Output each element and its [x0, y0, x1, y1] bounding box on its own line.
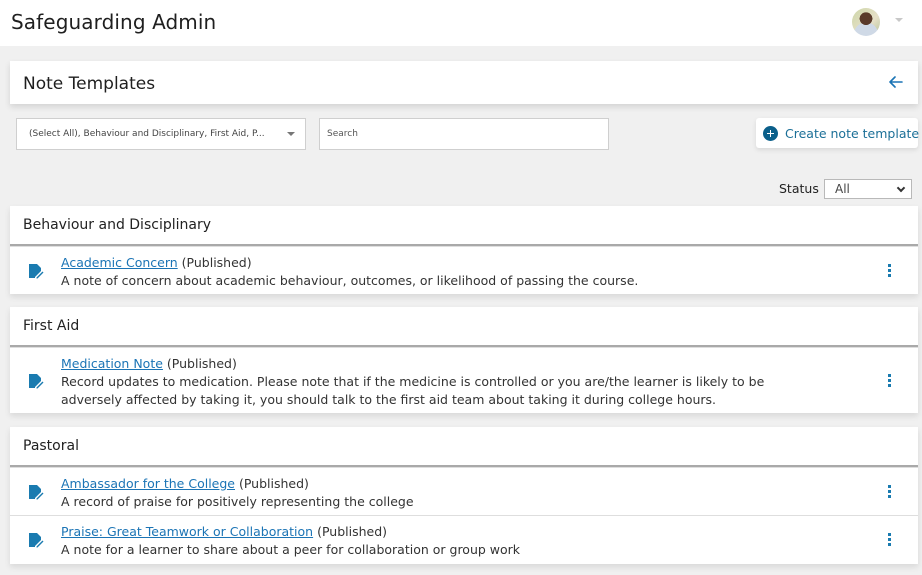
edit-note-icon	[29, 264, 44, 279]
template-link[interactable]: Academic Concern	[61, 255, 178, 270]
group-header: Pastoral	[10, 427, 918, 467]
category-filter-value: (Select All), Behaviour and Disciplinary…	[29, 129, 265, 139]
status-filter-select[interactable]: All	[824, 179, 912, 199]
template-item: Ambassador for the College (Published) A…	[10, 467, 918, 515]
more-options-icon[interactable]	[886, 374, 892, 390]
search-input[interactable]	[319, 118, 609, 150]
top-bar: Safeguarding Admin	[0, 0, 922, 46]
template-group: First Aid Medication Note (Published) Re…	[10, 307, 918, 413]
template-description: Record updates to medication. Please not…	[61, 374, 765, 407]
more-options-icon[interactable]	[886, 264, 892, 280]
caret-down-icon	[287, 132, 295, 136]
template-description: A record of praise for positively repres…	[61, 494, 414, 509]
template-status: (Published)	[181, 255, 252, 270]
status-filter-label: Status	[779, 181, 819, 196]
template-title-line: Praise: Great Teamwork or Collaboration …	[61, 523, 828, 541]
edit-note-icon	[29, 374, 44, 389]
template-description: A note for a learner to share about a pe…	[61, 542, 521, 557]
app-title: Safeguarding Admin	[11, 10, 217, 34]
template-group: Pastoral Ambassador for the College (Pub…	[10, 427, 918, 564]
edit-note-icon	[29, 485, 44, 500]
arrow-left-icon[interactable]	[887, 73, 905, 91]
caret-down-icon[interactable]	[895, 18, 903, 22]
template-link[interactable]: Ambassador for the College	[61, 476, 235, 491]
template-status: (Published)	[317, 524, 388, 539]
create-note-template-label: Create note template	[785, 125, 920, 141]
template-status: (Published)	[166, 356, 237, 371]
template-item: Academic Concern (Published) A note of c…	[10, 246, 918, 294]
template-link[interactable]: Praise: Great Teamwork or Collaboration	[61, 524, 313, 539]
user-avatar[interactable]	[852, 8, 880, 36]
category-filter-dropdown[interactable]: (Select All), Behaviour and Disciplinary…	[16, 118, 306, 150]
template-title-line: Ambassador for the College (Published)	[61, 475, 828, 493]
create-note-template-button[interactable]: Create note template	[756, 118, 920, 148]
page-title: Note Templates	[23, 74, 156, 94]
template-title-line: Medication Note (Published)	[61, 355, 828, 373]
status-filter-value: All	[835, 182, 850, 196]
template-group: Behaviour and Disciplinary Academic Conc…	[10, 206, 918, 294]
chevron-down-icon	[896, 183, 906, 193]
plus-circle-icon	[763, 125, 778, 141]
group-header: Behaviour and Disciplinary	[10, 206, 918, 246]
template-item: Praise: Great Teamwork or Collaboration …	[10, 515, 918, 564]
template-title-line: Academic Concern (Published)	[61, 254, 828, 272]
more-options-icon[interactable]	[886, 533, 892, 549]
template-status: (Published)	[238, 476, 309, 491]
template-link[interactable]: Medication Note	[61, 356, 163, 371]
template-description: A note of concern about academic behavio…	[61, 273, 639, 288]
more-options-icon[interactable]	[886, 485, 892, 501]
edit-note-icon	[29, 533, 44, 548]
template-item: Medication Note (Published) Record updat…	[10, 347, 918, 413]
page-header-card: Note Templates	[10, 61, 918, 104]
group-header: First Aid	[10, 307, 918, 347]
